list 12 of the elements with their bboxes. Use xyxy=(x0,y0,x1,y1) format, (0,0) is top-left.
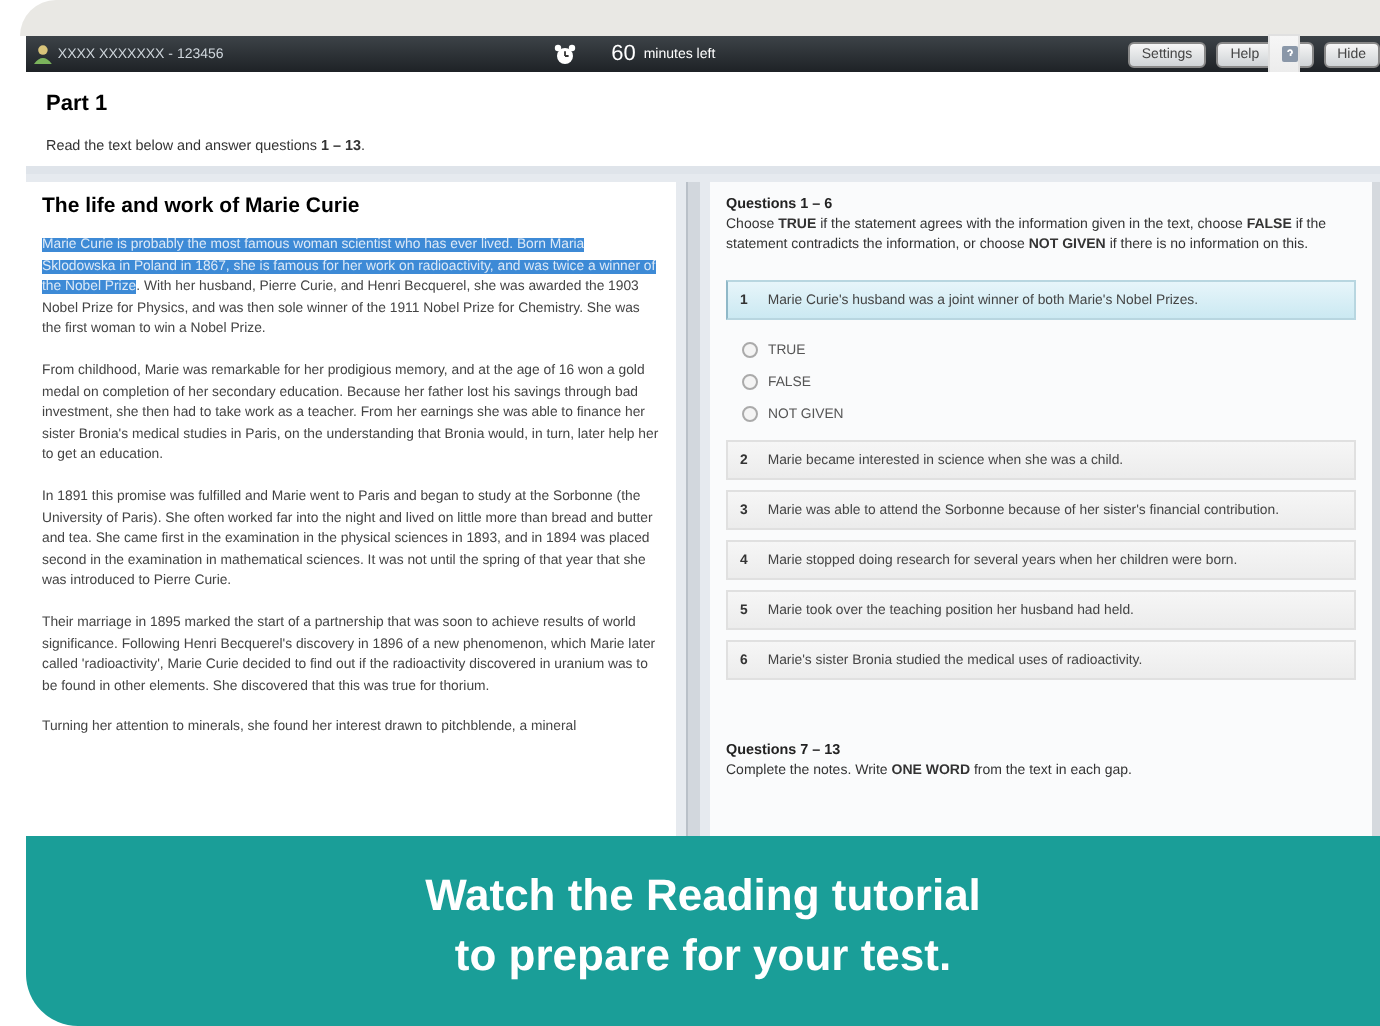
radio-button[interactable] xyxy=(742,374,758,390)
alarm-clock-icon xyxy=(553,43,576,65)
banner-text: to prepare for your test. xyxy=(454,927,952,983)
person-icon xyxy=(34,44,52,64)
radio-button[interactable] xyxy=(742,406,758,422)
timer-value: 60 xyxy=(611,42,636,66)
scrollbar[interactable] xyxy=(1372,182,1380,836)
pane-divider-handle[interactable] xyxy=(686,182,700,836)
passage-title: The life and work of Marie Curie xyxy=(42,194,362,218)
part-title: Part 1 xyxy=(46,92,110,116)
radio-button[interactable] xyxy=(742,342,758,358)
banner-text: Watch the Reading tutorial xyxy=(425,867,981,923)
